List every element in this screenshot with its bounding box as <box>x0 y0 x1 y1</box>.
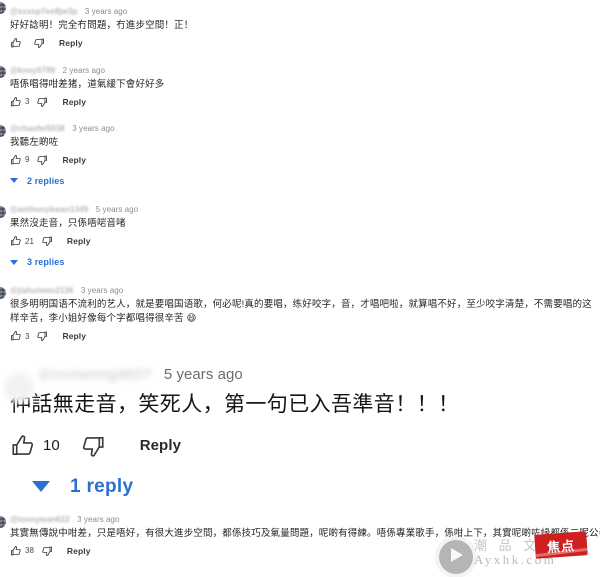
comment-text: 好好諗明！完全冇問題，冇進步空間！正！ <box>10 20 194 32</box>
view-replies-button[interactable]: 1 reply <box>10 476 600 498</box>
comment-text: 我聽左啲咗 <box>10 136 59 148</box>
like-count: 38 <box>25 546 34 556</box>
comment-timestamp[interactable]: 5 years ago <box>164 365 243 385</box>
comment-username[interactable]: @chaufei5038 <box>10 123 65 134</box>
avatar[interactable] <box>0 205 6 218</box>
comment-actions: 3 Reply <box>10 95 600 109</box>
thumbs-up-icon[interactable] <box>10 37 22 49</box>
comment-timestamp[interactable]: 3 years ago <box>72 123 114 134</box>
comment-item: @jiahuiwen2136 3 years ago 很多明明国语不流利的艺人，… <box>0 285 600 343</box>
comment-timestamp[interactable]: 3 years ago <box>81 285 123 296</box>
comment-header: @anthonykwan1349 5 years ago <box>10 204 600 215</box>
comment-header: @xxxxp7ee8jw3p 3 years ago <box>10 6 600 17</box>
chevron-down-icon <box>32 481 50 493</box>
comment-actions: 3 Reply <box>10 329 600 343</box>
thumbs-up-icon[interactable] <box>10 154 22 166</box>
reply-button[interactable]: Reply <box>67 546 91 556</box>
thumbs-down-icon[interactable] <box>33 37 45 49</box>
reply-button[interactable]: Reply <box>62 97 86 107</box>
comment-actions: 9 Reply <box>10 153 600 167</box>
reply-button[interactable]: Reply <box>62 331 86 341</box>
thumbs-up-icon[interactable] <box>10 330 22 342</box>
avatar[interactable] <box>0 287 6 300</box>
comment-timestamp[interactable]: 5 years ago <box>96 204 138 215</box>
comment-username[interactable]: @knoy0799 <box>10 65 55 76</box>
like-count: 3 <box>25 97 30 107</box>
comment-actions: Reply <box>10 36 600 50</box>
like-count: 9 <box>25 155 30 165</box>
replies-count-label: 2 replies <box>27 175 65 186</box>
comment-text: 很多明明国语不流利的艺人，就是要唱国语歌，何必呢!真的要唱，练好咬字，音，才唱吧… <box>10 299 592 325</box>
thumbs-up-icon[interactable] <box>10 96 22 108</box>
thumbs-down-icon[interactable] <box>36 330 48 342</box>
comment-text: 唔係唱得咁差猪，道氣緩下會好好多 <box>10 78 165 90</box>
thumbs-down-icon[interactable] <box>36 154 48 166</box>
reply-button[interactable]: Reply <box>67 236 91 246</box>
comment-item: @xxxxp7ee8jw3p 3 years ago 好好諗明！完全冇問題，冇進… <box>0 0 600 50</box>
comment-item: @anthonykwan1349 5 years ago 果然沒走音，只係唔啱音… <box>0 204 600 248</box>
like-count: 3 <box>25 331 30 341</box>
thumbs-up-icon[interactable] <box>10 235 22 247</box>
comment-timestamp[interactable]: 2 years ago <box>63 65 105 76</box>
reply-button[interactable]: Reply <box>62 155 86 165</box>
view-replies-button[interactable]: 2 replies <box>0 176 600 186</box>
reply-button[interactable]: Reply <box>140 437 181 454</box>
thumbs-down-icon[interactable] <box>41 235 53 247</box>
avatar[interactable] <box>0 66 6 79</box>
comment-item: @knoy0799 2 years ago 唔係唱得咁差猪，道氣緩下會好好多 3… <box>0 64 600 108</box>
featured-comment: @xxxwong4027 5 years ago 仲話無走音，笑死人，第一句已入… <box>0 365 600 497</box>
comment-header: @jiahuiwen2136 3 years ago <box>10 285 600 296</box>
comment-username[interactable]: @tonnywan622 <box>10 514 70 525</box>
comment-item: @tonnywan622 3 years ago 其實無傳說中咁差，只是唔好，有… <box>0 514 600 558</box>
comment-actions: 21 Reply <box>10 234 600 248</box>
thumbs-down-icon[interactable] <box>36 96 48 108</box>
comment-timestamp[interactable]: 3 years ago <box>85 6 127 17</box>
chevron-down-icon <box>10 178 18 184</box>
comment-text: 仲話無走音，笑死人，第一句已入吾準音！！！ <box>10 392 460 416</box>
comment-username[interactable]: @xxxwong4027 <box>38 365 151 385</box>
chevron-down-icon <box>10 259 18 265</box>
avatar[interactable] <box>0 124 6 137</box>
thumbs-down-icon[interactable] <box>80 433 106 459</box>
comment-item: @chaufei5038 3 years ago 我聽左啲咗 9 Reply <box>0 123 600 167</box>
comment-username[interactable]: @jiahuiwen2136 <box>10 285 73 296</box>
reply-button[interactable]: Reply <box>59 38 83 48</box>
avatar[interactable] <box>0 515 6 528</box>
replies-count-label: 3 replies <box>27 257 65 268</box>
thumbs-up-icon[interactable] <box>10 433 36 459</box>
comment-header: @knoy0799 2 years ago <box>10 64 600 75</box>
comment-header: @xxxwong4027 5 years ago <box>10 365 600 385</box>
comment-header: @chaufei5038 3 years ago <box>10 123 600 134</box>
like-count: 10 <box>43 437 60 455</box>
thumbs-up-icon[interactable] <box>10 545 22 557</box>
comments-page: @xxxxp7ee8jw3p 3 years ago 好好諗明！完全冇問題，冇進… <box>0 0 600 577</box>
comment-actions: 10 Reply <box>10 432 600 460</box>
comment-username[interactable]: @xxxxp7ee8jw3p <box>10 6 77 17</box>
thumbs-down-icon[interactable] <box>41 545 53 557</box>
comment-username[interactable]: @anthonykwan1349 <box>10 204 88 215</box>
avatar[interactable] <box>0 2 6 14</box>
comment-text: 其實無傳說中咁差，只是唔好，有很大進步空間，都係技巧及氣量問題，呢啲有得練。唔係… <box>10 527 600 539</box>
like-count: 21 <box>25 236 34 246</box>
replies-count-label: 1 reply <box>70 475 134 497</box>
comment-actions: 38 Reply <box>10 544 600 558</box>
view-replies-button[interactable]: 3 replies <box>0 257 600 267</box>
comment-text: 果然沒走音，只係唔啱音啫 <box>10 218 126 230</box>
comment-header: @tonnywan622 3 years ago <box>10 514 600 525</box>
comment-timestamp[interactable]: 3 years ago <box>77 514 119 525</box>
